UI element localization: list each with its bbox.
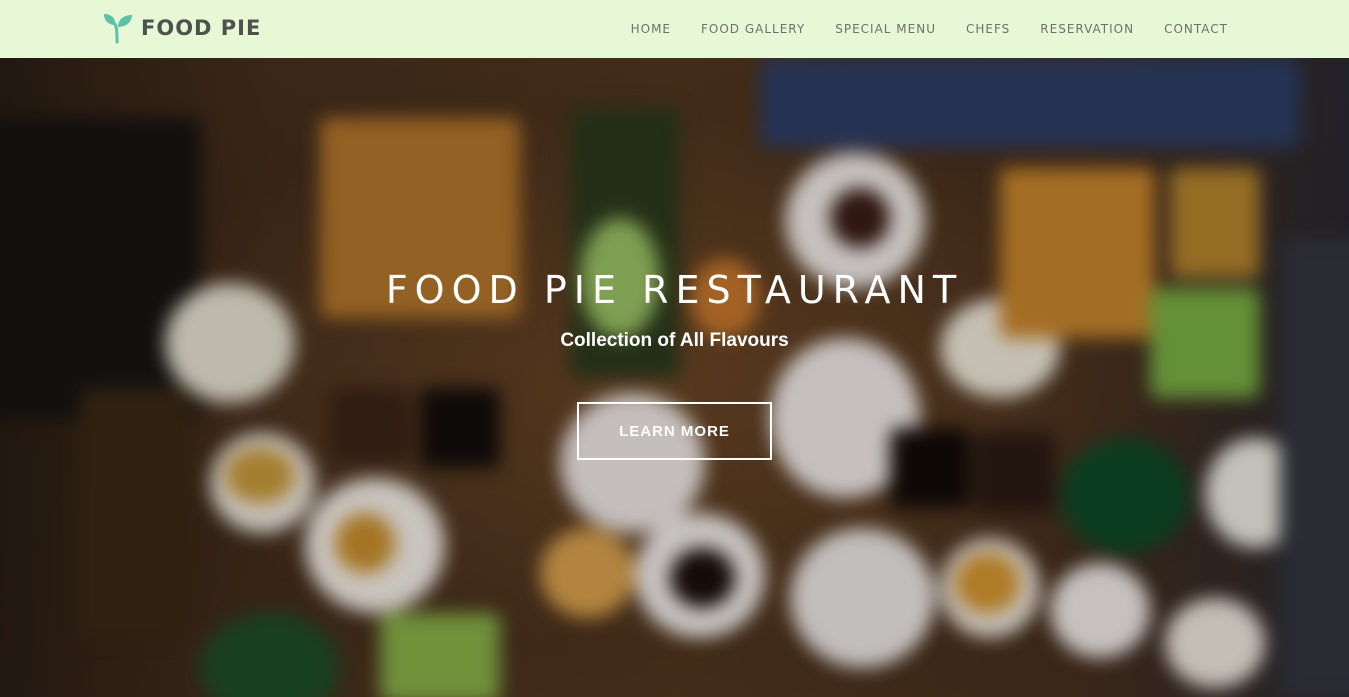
nav-reservation[interactable]: RESERVATION [1040,22,1134,36]
nav-chefs[interactable]: CHEFS [966,22,1010,36]
hero-banner [0,58,1349,697]
hero-subtitle: Collection of All Flavours [560,330,789,351]
learn-more-button[interactable]: LEARN MORE [577,402,772,460]
sprout-icon [104,14,132,44]
brand-name: FOOD PIE [141,16,262,40]
nav-special-menu[interactable]: SPECIAL MENU [835,22,936,36]
top-navbar: FOOD PIE HOME FOOD GALLERY SPECIAL MENU … [0,0,1349,58]
brand-logo-link[interactable]: FOOD PIE [103,12,261,44]
nav-contact[interactable]: CONTACT [1164,22,1228,36]
hero-title: FOOD PIE RESTAURANT [385,268,964,312]
nav-food-gallery[interactable]: FOOD GALLERY [701,22,805,36]
nav-home[interactable]: HOME [631,22,671,36]
main-nav: HOME FOOD GALLERY SPECIAL MENU CHEFS RES… [631,0,1228,58]
hero-overlay [0,58,1349,697]
